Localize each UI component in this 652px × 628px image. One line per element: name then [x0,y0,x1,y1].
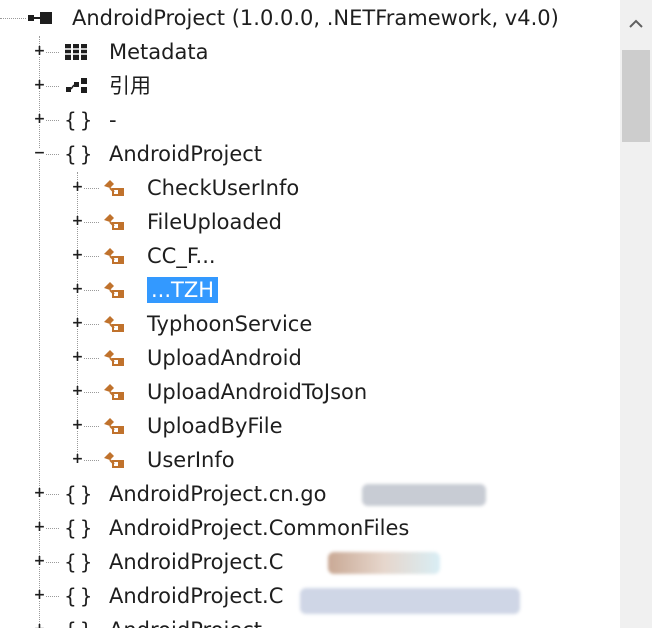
namespace-icon: {} [64,516,96,540]
tree-item-label[interactable]: FileUploaded [147,209,282,235]
tree-item-label[interactable]: AndroidProject.CommonFiles [109,515,409,541]
tree-item-namespace[interactable]: + {} AndroidProject.C [0,546,620,580]
tree-item-class[interactable]: + CC_F... [0,240,620,274]
tree-item-class[interactable]: + CheckUserInfo [0,172,620,206]
tree-item-class[interactable]: + UploadAndroid [0,342,620,376]
namespace-icon: {} [64,550,96,574]
tree-item-class[interactable]: + UploadByFile [0,410,620,444]
scroll-thumb[interactable] [622,50,650,142]
tree-item-label[interactable]: AndroidProject [109,617,262,628]
tree-guide [0,18,26,19]
tree-item-label[interactable]: UploadByFile [147,413,283,439]
tree-item-class[interactable]: + ...TZH [0,274,620,308]
expand-toggle[interactable]: + [72,282,84,296]
class-icon [104,350,124,366]
tree-item-namespace[interactable]: + {} AndroidProject [0,614,620,628]
expand-toggle[interactable]: + [72,248,84,262]
collapse-toggle[interactable]: − [34,146,46,160]
tree-root[interactable]: AndroidProject (1.0.0.0, .NETFramework, … [0,2,620,36]
tree-item-label[interactable]: - [109,107,117,133]
namespace-icon: {} [64,617,95,628]
tree-item-label[interactable]: 引用 [109,73,151,99]
class-icon [104,316,124,332]
expand-toggle[interactable]: + [72,384,84,398]
expand-toggle[interactable]: + [34,554,46,568]
namespace-icon: {} [64,108,96,132]
tree-item-class[interactable]: + FileUploaded [0,206,620,240]
redaction-blur [300,588,520,614]
expand-toggle[interactable]: + [34,588,46,602]
scroll-up-button[interactable] [620,0,652,48]
expand-toggle[interactable]: + [72,350,84,364]
class-icon [104,214,124,230]
expand-toggle[interactable]: + [34,520,46,534]
tree-item-label[interactable]: CheckUserInfo [147,175,299,201]
tree-item-class[interactable]: + TyphoonService [0,308,620,342]
class-icon [104,384,124,400]
class-icon [104,180,124,196]
tree-item-label[interactable]: TyphoonService [147,311,312,337]
tree-item-label[interactable]: AndroidProject.C [109,583,283,609]
tree-item-namespace[interactable]: + {} AndroidProject.C [0,580,620,614]
redaction-blur [362,484,486,506]
tree-item-label[interactable]: CC_F... [147,243,216,269]
expand-toggle[interactable]: + [72,180,84,194]
tree-item-label[interactable]: AndroidProject [109,141,262,167]
assembly-icon [28,12,52,24]
metadata-icon [65,44,87,60]
namespace-icon: {} [64,584,96,608]
tree-item-label[interactable]: AndroidProject.C [109,549,283,575]
redaction-blur [328,552,440,574]
tree-item-label-selected[interactable]: ...TZH [147,277,219,303]
expand-toggle[interactable]: + [72,316,84,330]
vertical-scrollbar[interactable] [620,0,652,628]
tree-item-androidproject[interactable]: − {} AndroidProject [0,138,620,172]
class-icon [104,418,124,434]
tree-item-class[interactable]: + UserInfo [0,444,620,478]
tree-item-label[interactable]: UploadAndroidToJson [147,379,367,405]
expand-toggle[interactable]: + [34,486,46,500]
tree-item-label[interactable]: AndroidProject.cn.go [109,481,326,507]
expand-toggle[interactable]: + [34,622,45,628]
namespace-icon: {} [64,142,96,166]
assembly-tree[interactable]: AndroidProject (1.0.0.0, .NETFramework, … [0,0,620,628]
expand-toggle[interactable]: + [72,452,84,466]
expand-toggle[interactable]: + [72,214,84,228]
tree-item-namespace[interactable]: + {} AndroidProject.CommonFiles [0,512,620,546]
references-icon [66,78,87,93]
tree-item-metadata[interactable]: + Metadata [0,36,620,70]
tree-root-label[interactable]: AndroidProject (1.0.0.0, .NETFramework, … [72,5,559,31]
expand-toggle[interactable]: + [34,112,46,126]
tree-item-namespace[interactable]: + {} AndroidProject.cn.go [0,478,620,512]
namespace-icon: {} [64,482,96,506]
class-icon [104,282,124,298]
tree-item-label[interactable]: UploadAndroid [147,345,302,371]
class-icon [104,452,124,468]
tree-item-namespace-empty[interactable]: + {} - [0,104,620,138]
expand-toggle[interactable]: + [34,44,46,58]
chevron-up-icon [629,19,643,28]
tree-item-references[interactable]: + 引用 [0,70,620,104]
expand-toggle[interactable]: + [72,418,84,432]
tree-item-class[interactable]: + UploadAndroidToJson [0,376,620,410]
class-icon [104,248,124,264]
tree-item-label[interactable]: Metadata [109,39,208,65]
tree-item-label[interactable]: UserInfo [147,447,235,473]
expand-toggle[interactable]: + [34,78,46,92]
